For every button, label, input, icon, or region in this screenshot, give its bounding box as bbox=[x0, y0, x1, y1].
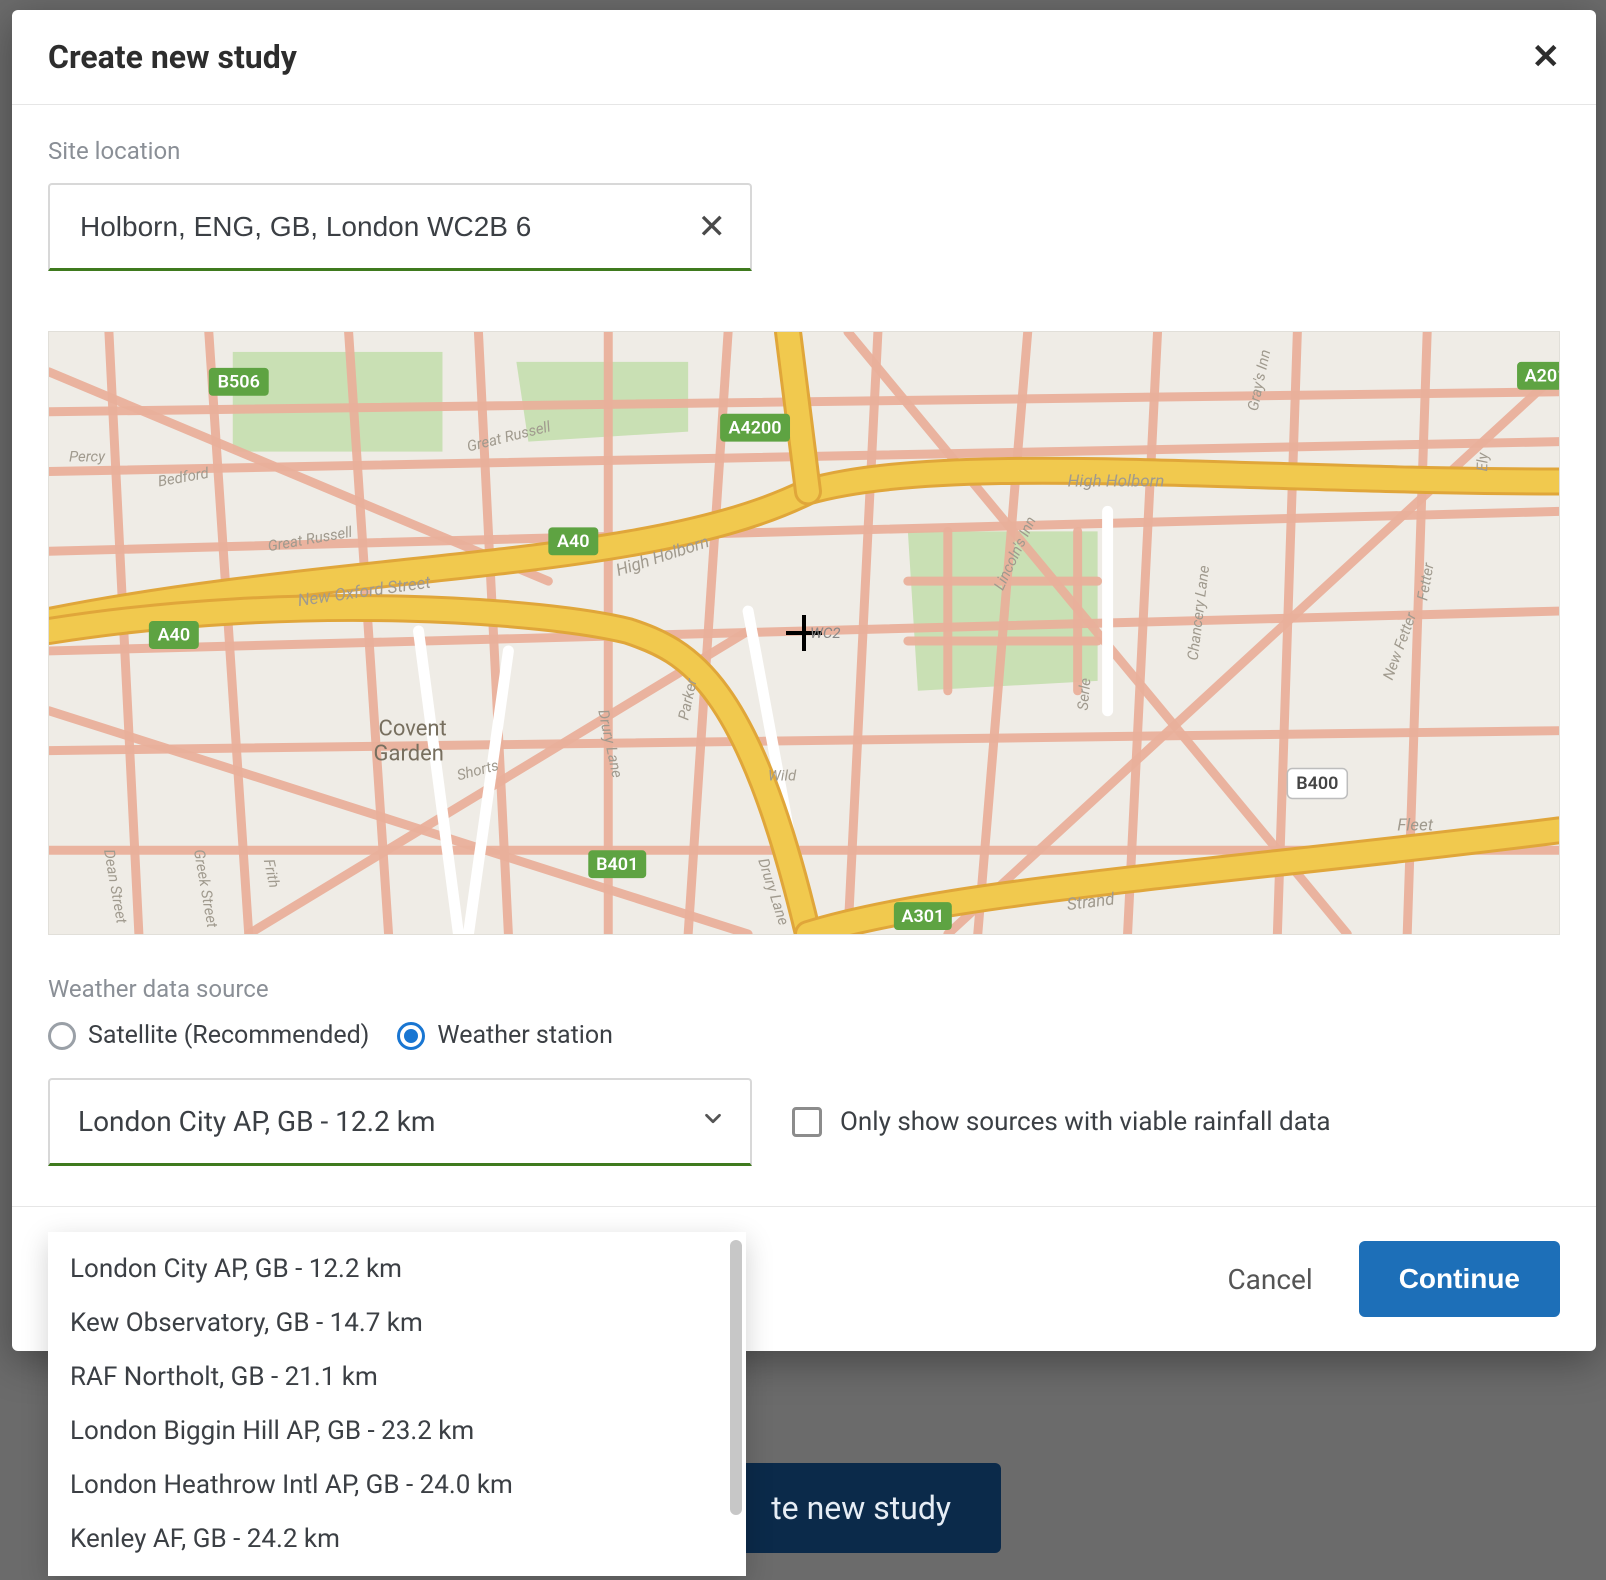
dropdown-scrollbar-thumb[interactable] bbox=[730, 1240, 742, 1515]
map-center-label: WC2 bbox=[810, 624, 841, 642]
weather-station-dropdown[interactable]: London City AP, GB - 12.2 km Kew Observa… bbox=[48, 1232, 746, 1576]
viable-rainfall-label: Only show sources with viable rainfall d… bbox=[840, 1107, 1331, 1137]
station-option[interactable]: Kew Observatory, GB - 14.7 km bbox=[48, 1296, 746, 1350]
create-study-modal: Create new study ✕ Site location ✕ bbox=[12, 10, 1596, 1351]
svg-text:Frith: Frith bbox=[260, 857, 284, 889]
svg-text:Percy: Percy bbox=[69, 448, 106, 466]
svg-text:Greek Street: Greek Street bbox=[190, 848, 222, 929]
svg-text:Covent: Covent bbox=[379, 717, 447, 742]
radio-station-label: Weather station bbox=[437, 1021, 613, 1050]
map-view[interactable]: Percy Bedford Great Russell Great Russel… bbox=[48, 331, 1560, 935]
continue-button[interactable]: Continue bbox=[1359, 1241, 1560, 1317]
clear-input-icon[interactable]: ✕ bbox=[698, 207, 727, 247]
svg-text:Wild: Wild bbox=[768, 767, 797, 785]
svg-text:Great Russell: Great Russell bbox=[266, 523, 354, 556]
station-option[interactable]: Kenley AF, GB - 24.2 km bbox=[48, 1512, 746, 1566]
svg-text:Serle: Serle bbox=[1074, 677, 1095, 711]
svg-text:A4200: A4200 bbox=[729, 417, 782, 438]
station-option[interactable]: London City AP, GB - 12.2 km bbox=[48, 1242, 746, 1296]
site-location-field[interactable]: ✕ bbox=[48, 183, 752, 271]
svg-text:A301: A301 bbox=[901, 906, 944, 927]
svg-text:A40: A40 bbox=[557, 531, 590, 552]
station-option[interactable]: London Biggin Hill AP, GB - 23.2 km bbox=[48, 1404, 746, 1458]
chevron-down-icon bbox=[700, 1105, 726, 1138]
svg-text:Fleet: Fleet bbox=[1397, 815, 1434, 835]
radio-satellite[interactable]: Satellite (Recommended) bbox=[48, 1021, 369, 1050]
cancel-button[interactable]: Cancel bbox=[1227, 1263, 1312, 1296]
modal-title: Create new study bbox=[48, 38, 297, 76]
radio-dot-icon bbox=[48, 1022, 76, 1050]
radio-weather-station[interactable]: Weather station bbox=[397, 1021, 613, 1050]
checkbox-icon[interactable] bbox=[792, 1107, 822, 1137]
weather-source-label: Weather data source bbox=[48, 975, 1560, 1003]
station-option[interactable]: RAF Northolt, GB - 21.1 km bbox=[48, 1350, 746, 1404]
svg-text:Parker: Parker bbox=[674, 676, 701, 722]
svg-text:Gray's Inn: Gray's Inn bbox=[1244, 348, 1275, 413]
svg-text:A40: A40 bbox=[158, 625, 191, 646]
svg-text:Dean Street: Dean Street bbox=[100, 848, 131, 925]
background-button-label-fragment: te new study bbox=[771, 1489, 951, 1527]
station-option[interactable]: London Heathrow Intl AP, GB - 24.0 km bbox=[48, 1458, 746, 1512]
svg-text:Chancery Lane: Chancery Lane bbox=[1184, 564, 1214, 661]
weather-station-selected-value: London City AP, GB - 12.2 km bbox=[78, 1105, 435, 1138]
svg-text:Garden: Garden bbox=[374, 742, 444, 767]
svg-text:Great Russell: Great Russell bbox=[465, 417, 553, 455]
viable-rainfall-checkbox-wrap[interactable]: Only show sources with viable rainfall d… bbox=[792, 1107, 1331, 1137]
svg-text:B400: B400 bbox=[1296, 773, 1338, 794]
svg-text:B401: B401 bbox=[596, 854, 638, 875]
weather-source-radio-group: Satellite (Recommended) Weather station bbox=[48, 1021, 1560, 1050]
close-icon[interactable]: ✕ bbox=[1532, 40, 1561, 74]
svg-text:B506: B506 bbox=[218, 372, 260, 393]
site-location-label: Site location bbox=[48, 137, 1560, 165]
site-location-input[interactable] bbox=[78, 210, 670, 244]
modal-header: Create new study ✕ bbox=[12, 10, 1596, 105]
svg-text:High Holborn: High Holborn bbox=[1068, 472, 1165, 492]
radio-dot-icon bbox=[397, 1022, 425, 1050]
svg-text:A201: A201 bbox=[1525, 366, 1559, 387]
modal-body: Site location ✕ bbox=[12, 105, 1596, 1206]
weather-station-select[interactable]: London City AP, GB - 12.2 km bbox=[48, 1078, 752, 1166]
svg-text:Ely: Ely bbox=[1473, 451, 1492, 471]
radio-satellite-label: Satellite (Recommended) bbox=[88, 1021, 369, 1050]
